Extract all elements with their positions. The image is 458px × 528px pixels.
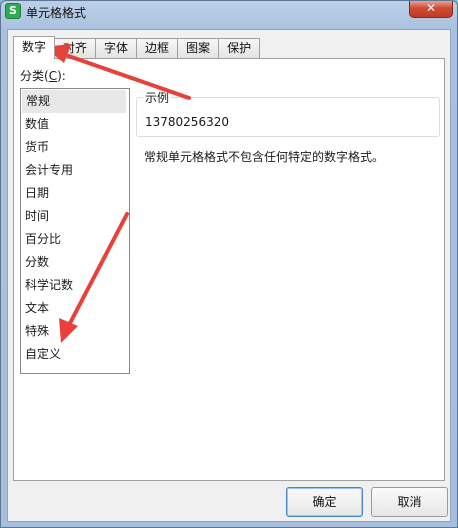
category-label: 分类(C):	[20, 67, 66, 84]
category-item-custom[interactable]: 自定义	[21, 343, 129, 366]
dialog-client-area: 数字 对齐 字体 边框 图案 保护 分类(C): 常规 数值 货币 会计专用 日…	[7, 29, 451, 522]
format-description: 常规单元格格式不包含任何特定的数字格式。	[144, 150, 385, 164]
tab-font[interactable]: 字体	[95, 38, 138, 58]
category-item-date[interactable]: 日期	[21, 182, 129, 205]
category-item-fraction[interactable]: 分数	[21, 251, 129, 274]
format-cells-dialog: S 单元格格式 ✕ 数字 对齐 字体 边框 图案 保护 分类(C): 常规 数值…	[0, 0, 458, 528]
cancel-button[interactable]: 取消	[371, 487, 448, 517]
title-bar[interactable]: S 单元格格式 ✕	[1, 1, 457, 23]
tab-number[interactable]: 数字	[13, 36, 56, 59]
category-item-accounting[interactable]: 会计专用	[21, 159, 129, 182]
category-item-general[interactable]: 常规	[22, 90, 126, 113]
tab-protection[interactable]: 保护	[218, 38, 261, 58]
close-button[interactable]: ✕	[409, 1, 453, 18]
tab-border[interactable]: 边框	[136, 38, 179, 58]
category-item-special[interactable]: 特殊	[21, 320, 129, 343]
dialog-title: 单元格格式	[26, 6, 87, 20]
sample-value: 13780256320	[145, 115, 229, 129]
close-icon: ✕	[425, 1, 437, 15]
sample-group: 示例 13780256320	[136, 89, 440, 137]
tab-strip: 数字 对齐 字体 边框 图案 保护	[13, 36, 261, 59]
category-label-suffix: ):	[57, 69, 66, 83]
sample-legend: 示例	[143, 89, 172, 106]
tab-alignment[interactable]: 对齐	[54, 38, 97, 58]
category-label-prefix: 分类(	[20, 69, 49, 83]
category-item-percentage[interactable]: 百分比	[21, 228, 129, 251]
ok-button[interactable]: 确定	[286, 487, 363, 517]
category-item-number[interactable]: 数值	[21, 113, 129, 136]
wps-spreadsheet-icon: S	[5, 3, 21, 19]
category-list[interactable]: 常规 数值 货币 会计专用 日期 时间 百分比 分数 科学记数 文本 特殊 自定…	[20, 88, 130, 374]
category-label-accesskey: C	[48, 69, 58, 83]
category-item-currency[interactable]: 货币	[21, 136, 129, 159]
category-item-scientific[interactable]: 科学记数	[21, 274, 129, 297]
number-tab-panel: 分类(C): 常规 数值 货币 会计专用 日期 时间 百分比 分数 科学记数 文…	[13, 58, 445, 481]
category-item-time[interactable]: 时间	[21, 205, 129, 228]
tab-pattern[interactable]: 图案	[177, 38, 220, 58]
category-item-text[interactable]: 文本	[21, 297, 129, 320]
